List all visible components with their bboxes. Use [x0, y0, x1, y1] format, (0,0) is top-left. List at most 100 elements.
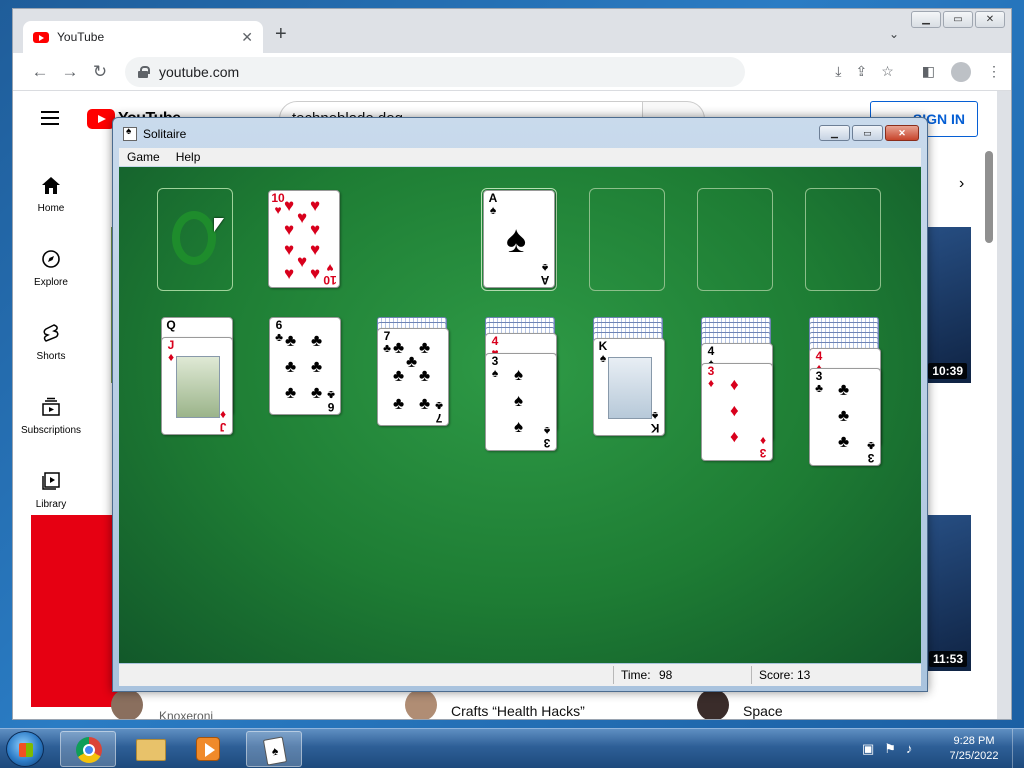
sidebar-item-shorts[interactable]: Shorts: [13, 323, 89, 362]
tableau-card[interactable]: K ♠ K ♠: [593, 338, 665, 436]
club-pip-icon: ♣: [838, 432, 850, 451]
spade-pip-icon: ♠: [506, 219, 527, 261]
duration-badge: 10:39: [928, 363, 967, 379]
bookmark-star-icon[interactable]: ☆: [881, 63, 894, 80]
sidebar-item-subscriptions[interactable]: Subscriptions: [13, 397, 89, 436]
window-controls: ▁ ▭ ✕: [911, 11, 1005, 28]
score-label: Score:: [759, 668, 794, 682]
tableau-card[interactable]: 3 ♦ 3 ♦ ♦ ♦ ♦: [701, 363, 773, 461]
tableau-card[interactable]: 3 ♣ 3 ♣ ♣ ♣ ♣: [809, 368, 881, 466]
foundation-slot[interactable]: A ♠ A ♠ ♠: [481, 188, 557, 291]
shorts-icon: [40, 323, 62, 343]
face-card-art: [176, 356, 220, 418]
chrome-menu-icon[interactable]: ⋮: [987, 63, 1001, 80]
taskbar-chrome[interactable]: [60, 731, 116, 767]
install-icon[interactable]: ⤓: [835, 63, 841, 80]
volume-icon[interactable]: ♪: [906, 741, 913, 757]
card-corner: A ♠: [488, 191, 498, 217]
club-pip-icon: ♣: [393, 366, 405, 385]
channel-avatar[interactable]: [405, 689, 437, 719]
stock-pile[interactable]: [157, 188, 233, 291]
solitaire-window-controls: ▁ ▭ ✕: [819, 125, 919, 141]
channel-name[interactable]: Knoxeroni: [159, 709, 213, 719]
foundation-card[interactable]: A ♠ A ♠ ♠: [483, 190, 555, 288]
heart-pip-icon: ♥: [297, 208, 308, 227]
foundation-slot[interactable]: [805, 188, 881, 291]
sidebar-item-library[interactable]: Library: [13, 471, 89, 510]
solitaire-window: Solitaire ▁ ▭ ✕ Game Help 10♥ 10♥ ♥ ♥ ♥ …: [112, 117, 928, 692]
new-tab-icon[interactable]: +: [275, 23, 287, 46]
toolbar-right: ◧ ⋮: [922, 61, 1001, 82]
clock-date: 7/25/2022: [949, 750, 999, 762]
sidebar-label-home: Home: [37, 203, 65, 214]
tab-close-icon[interactable]: ✕: [241, 29, 253, 46]
game-table[interactable]: 10 ♥ 10 ♥ ♥ ♥ ♥ ♥ ♥ ♥ ♥ ♥ ♥ ♥ A ♠ A ♠ ♠ Q J ♦ J…: [119, 167, 921, 663]
foundation-slot[interactable]: [697, 188, 773, 291]
forward-icon[interactable]: →: [55, 62, 85, 82]
heart-pip-icon: ♥: [310, 220, 321, 239]
sidebar-item-home[interactable]: Home: [13, 175, 89, 214]
channel-avatar[interactable]: [697, 689, 729, 719]
heart-pip-icon: ♥: [284, 196, 295, 215]
side-panel-icon[interactable]: ◧: [922, 63, 935, 80]
sidebar-label-subscriptions: Subscriptions: [20, 425, 82, 436]
close-button[interactable]: ✕: [885, 125, 919, 141]
club-pip-icon: ♣: [406, 352, 418, 371]
minimize-button[interactable]: ▁: [819, 125, 850, 141]
face-card-art: [608, 357, 652, 419]
taskbar-solitaire[interactable]: ♠: [246, 731, 302, 767]
maximize-icon[interactable]: ▭: [943, 11, 973, 28]
spade-pip-icon: ♠: [514, 365, 524, 384]
lock-icon[interactable]: [137, 65, 150, 78]
back-icon[interactable]: ←: [25, 62, 55, 82]
card-corner: A ♠: [540, 261, 550, 287]
minimize-icon[interactable]: ▁: [911, 11, 941, 28]
channel-avatar[interactable]: [111, 689, 143, 719]
tableau-card[interactable]: 7 ♣ 7 ♣ ♣ ♣ ♣ ♣ ♣ ♣ ♣: [377, 328, 449, 426]
taskbar-clock[interactable]: 9:28 PM 7/25/2022: [944, 734, 1004, 764]
tableau-card[interactable]: 6 ♣ 6 ♣ ♣ ♣ ♣ ♣ ♣ ♣: [269, 317, 341, 415]
solitaire-app-icon: [123, 126, 137, 141]
card-corner: 7 ♣: [435, 399, 443, 425]
reload-icon[interactable]: ↻: [85, 62, 115, 82]
sidebar-item-explore[interactable]: Explore: [13, 249, 89, 288]
page-scrollbar[interactable]: [985, 151, 993, 243]
address-bar[interactable]: youtube.com: [125, 56, 745, 87]
menu-game[interactable]: Game: [119, 150, 168, 164]
close-icon[interactable]: ✕: [975, 11, 1005, 28]
share-icon[interactable]: ⇪: [855, 63, 867, 80]
tab-title: YouTube: [57, 30, 105, 44]
tableau-card[interactable]: J ♦ J ♦: [161, 337, 233, 435]
chevron-right-icon[interactable]: ›: [959, 175, 964, 193]
taskbar-explorer[interactable]: [122, 731, 178, 767]
show-desktop-button[interactable]: [1012, 729, 1024, 768]
mouse-cursor-icon: [214, 218, 224, 232]
action-center-flag-icon[interactable]: ⚑: [884, 741, 896, 757]
sidebar-label-shorts: Shorts: [36, 351, 66, 362]
address-bar-actions: ⤓ ⇪ ☆: [835, 63, 894, 80]
taskbar-media-player[interactable]: [180, 731, 236, 767]
url-text[interactable]: youtube.com: [159, 64, 239, 80]
network-icon[interactable]: ▣: [862, 741, 874, 757]
waste-card[interactable]: 10 ♥ 10 ♥ ♥ ♥ ♥ ♥ ♥ ♥ ♥ ♥ ♥ ♥: [268, 190, 340, 288]
start-button[interactable]: [6, 731, 44, 767]
browser-tab[interactable]: YouTube ✕: [23, 21, 263, 53]
tableau-card[interactable]: 3 ♠ 3 ♠ ♠ ♠ ♠: [485, 353, 557, 451]
heart-pip-icon: ♥: [310, 264, 321, 283]
hamburger-menu-icon[interactable]: [41, 111, 59, 125]
club-pip-icon: ♣: [838, 406, 850, 425]
foundation-slot[interactable]: [589, 188, 665, 291]
tab-search-icon[interactable]: ⌄: [889, 27, 899, 41]
solitaire-title-bar[interactable]: Solitaire: [123, 126, 186, 141]
video-title[interactable]: Crafts “Health Hacks”: [451, 703, 585, 719]
card-corner: 10 ♥: [323, 261, 337, 287]
club-pip-icon: ♣: [419, 394, 431, 413]
menu-help[interactable]: Help: [168, 150, 209, 164]
spade-pip-icon: ♠: [514, 391, 524, 410]
youtube-favicon-icon: [33, 31, 49, 43]
maximize-button[interactable]: ▭: [852, 125, 883, 141]
club-pip-icon: ♣: [311, 383, 323, 402]
profile-icon[interactable]: [951, 61, 971, 82]
video-title[interactable]: Space: [743, 703, 783, 719]
chrome-icon: [76, 737, 102, 763]
